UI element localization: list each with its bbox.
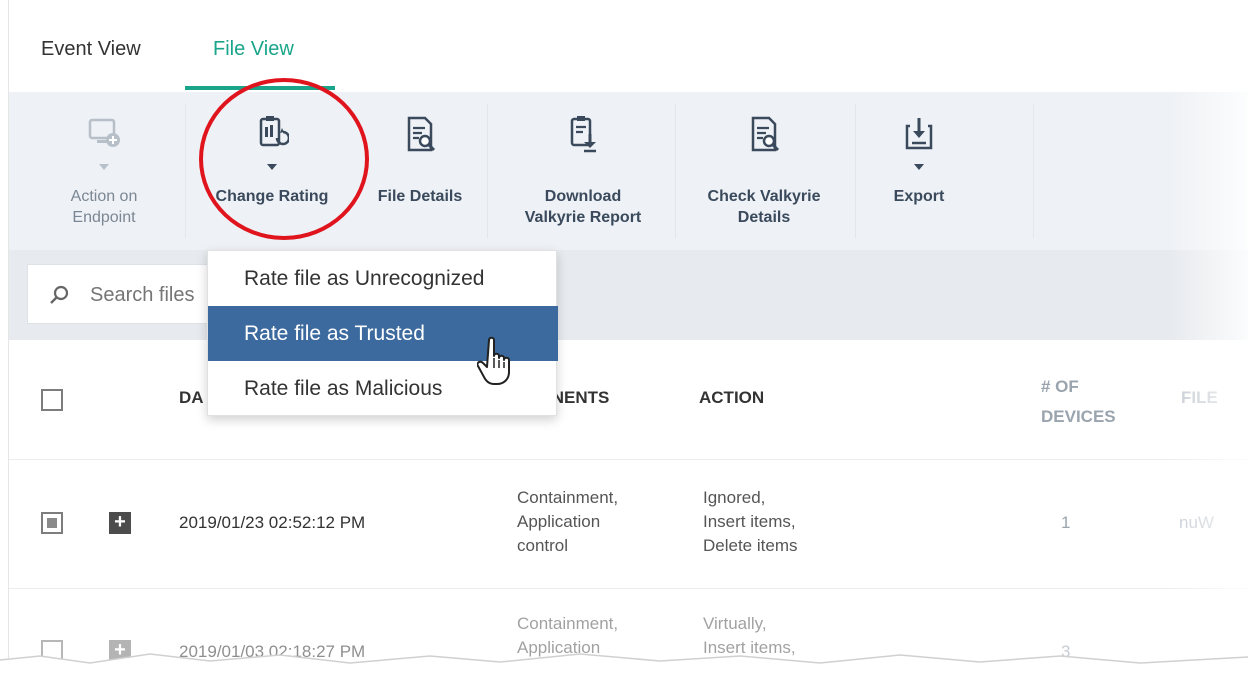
- column-header-file[interactable]: FILE: [1181, 388, 1218, 408]
- file-details-label: File Details: [377, 188, 463, 205]
- toolbar-divider: [1033, 104, 1034, 238]
- search-icon: [50, 285, 69, 304]
- chevron-down-icon: [267, 164, 277, 170]
- action-on-endpoint-label: Action on Endpoint: [70, 188, 138, 226]
- hand-cursor-icon: [477, 336, 510, 385]
- export-icon: [905, 118, 933, 150]
- chevron-down-icon: [99, 164, 109, 170]
- download-valkyrie-report-label: Download Valkyrie Report: [524, 188, 642, 226]
- row-checkbox[interactable]: [41, 512, 63, 534]
- change-rating-menu: Rate file as Unrecognized Rate file as T…: [207, 250, 558, 416]
- file-details-button[interactable]: File Details: [363, 92, 477, 250]
- menu-item-rate-unrecognized[interactable]: Rate file as Unrecognized: [208, 251, 558, 306]
- row-devices: 1: [1061, 513, 1071, 532]
- file-view-panel: Event View File View Action on Endpoint: [8, 0, 1248, 673]
- check-valkyrie-details-button[interactable]: Check Valkyrie Details: [689, 92, 839, 250]
- export-label: Export: [893, 188, 945, 205]
- check-valkyrie-details-label: Check Valkyrie Details: [707, 188, 821, 226]
- column-header-devices[interactable]: # OF DEVICES: [1041, 372, 1116, 432]
- file-details-icon: [407, 116, 436, 152]
- expand-row-icon[interactable]: +: [109, 512, 131, 534]
- column-header-action[interactable]: ACTION: [699, 388, 764, 408]
- monitor-icon: [88, 118, 120, 147]
- tab-event-view[interactable]: Event View: [41, 38, 141, 61]
- tab-file-view[interactable]: File View: [213, 38, 294, 61]
- download-report-icon: [570, 116, 596, 153]
- chevron-down-icon: [914, 164, 924, 170]
- change-rating-icon: [259, 116, 289, 147]
- view-tabs: Event View File View: [9, 0, 1248, 92]
- download-valkyrie-report-button[interactable]: Download Valkyrie Report: [503, 92, 663, 250]
- row-divider: [9, 588, 1248, 589]
- column-header-date[interactable]: DA: [179, 388, 204, 408]
- torn-edge: [0, 653, 1248, 673]
- row-components: Containment, Application control: [517, 488, 619, 555]
- toolbar-divider: [855, 104, 856, 238]
- row-file: nuW: [1179, 513, 1214, 532]
- active-tab-indicator: [185, 86, 335, 90]
- action-on-endpoint-button[interactable]: Action on Endpoint: [39, 92, 169, 250]
- toolbar-divider: [185, 104, 186, 238]
- select-all-checkbox[interactable]: [41, 389, 63, 411]
- export-button[interactable]: Export: [869, 92, 969, 250]
- toolbar-divider: [487, 104, 488, 238]
- toolbar-divider: [675, 104, 676, 238]
- row-action: Ignored, Insert items, Delete items: [703, 488, 798, 555]
- row-date: 2019/01/23 02:52:12 PM: [179, 513, 366, 532]
- toolbar: Action on Endpoint Change Rating File De…: [9, 92, 1248, 250]
- change-rating-button[interactable]: Change Rating: [197, 92, 347, 250]
- check-valkyrie-icon: [751, 116, 780, 152]
- change-rating-label: Change Rating: [215, 188, 329, 205]
